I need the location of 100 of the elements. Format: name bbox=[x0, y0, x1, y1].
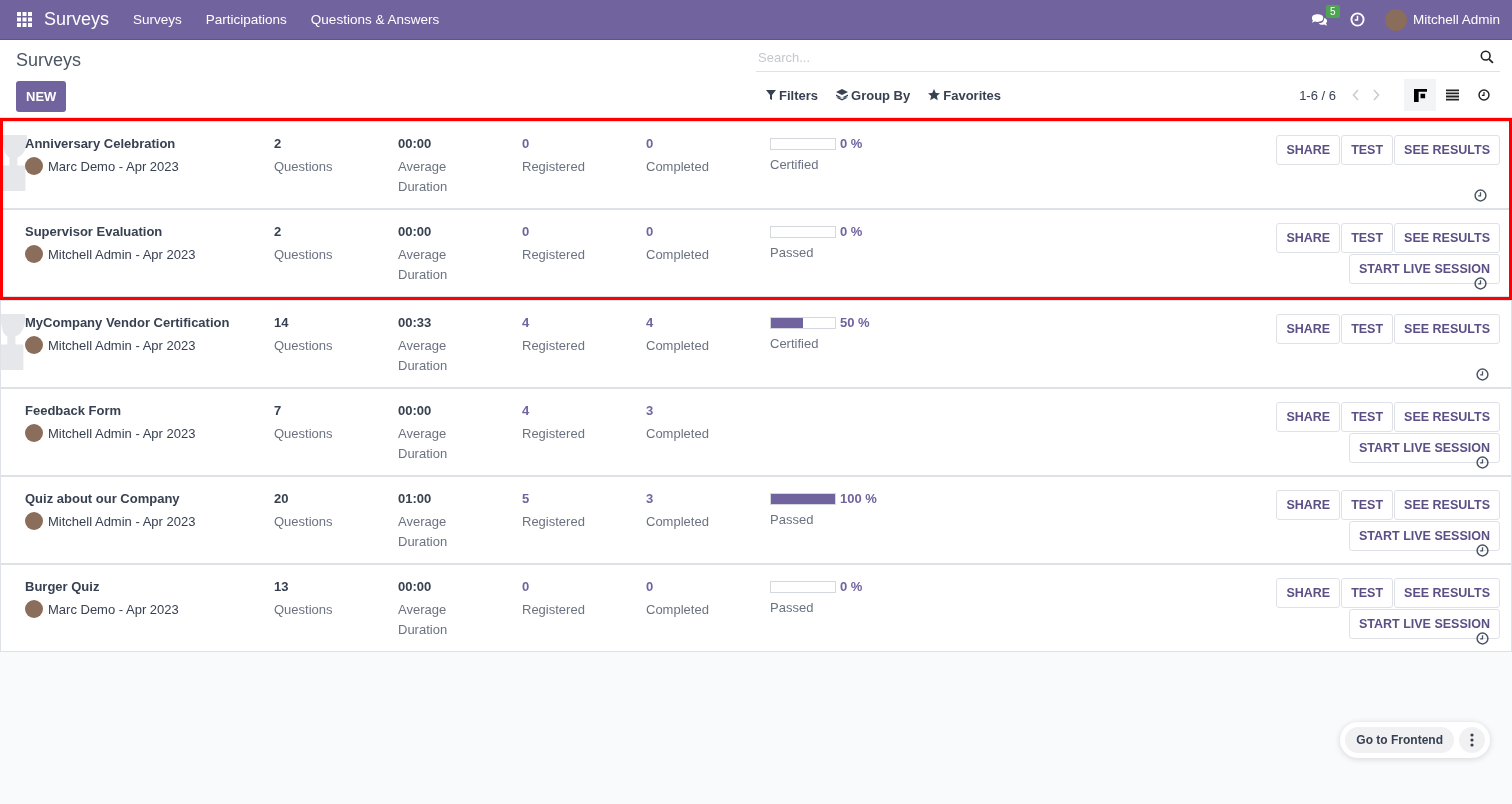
clock-icon bbox=[1478, 89, 1490, 101]
survey-action-button[interactable]: TEST bbox=[1341, 490, 1394, 520]
stat-label: Questions bbox=[274, 337, 334, 355]
stat-label: Duration bbox=[398, 178, 449, 196]
author-avatar bbox=[25, 424, 43, 442]
question-count: 2 bbox=[274, 224, 283, 239]
progress-bar bbox=[770, 316, 836, 329]
survey-action-button[interactable]: SHARE bbox=[1276, 314, 1341, 344]
completed-count[interactable]: 0 bbox=[646, 136, 770, 151]
progress-bar bbox=[770, 492, 836, 505]
vertical-dots-icon bbox=[1470, 733, 1474, 747]
stat-label: Duration bbox=[398, 533, 449, 551]
average-duration: 00:33 bbox=[398, 315, 433, 330]
activity-clock-icon[interactable] bbox=[1474, 189, 1487, 202]
activity-clock-icon[interactable] bbox=[1476, 632, 1489, 645]
completed-count[interactable]: 3 bbox=[646, 491, 770, 506]
progress-percent: 0 % bbox=[840, 579, 863, 594]
stat-label: Registered bbox=[522, 246, 586, 264]
stat-label: Registered bbox=[522, 337, 586, 355]
question-count: 14 bbox=[274, 315, 290, 330]
start-live-session-button[interactable]: START LIVE SESSION bbox=[1348, 521, 1500, 551]
survey-card[interactable]: Burger Quiz Marc Demo - Apr 2023 13 Questions 00:00 Average Duration 0 Registered 0 Completed 0 % Passed SHARE TEST SEE RESULTS START LIVE SESSION bbox=[0, 564, 1512, 652]
completed-count[interactable]: 0 bbox=[646, 224, 770, 239]
stat-label: Questions bbox=[274, 513, 334, 531]
survey-action-button[interactable]: SEE RESULTS bbox=[1394, 402, 1500, 432]
search-field[interactable]: Search... bbox=[756, 49, 1480, 65]
start-live-session-button[interactable]: START LIVE SESSION bbox=[1348, 433, 1500, 463]
user-name[interactable]: Mitchell Admin bbox=[1412, 12, 1500, 27]
survey-action-button[interactable]: SHARE bbox=[1276, 223, 1341, 253]
survey-action-button[interactable]: SHARE bbox=[1276, 490, 1341, 520]
survey-title: MyCompany Vendor Certification bbox=[25, 315, 231, 330]
survey-action-button[interactable]: SHARE bbox=[1276, 135, 1341, 165]
survey-action-button[interactable]: TEST bbox=[1341, 314, 1394, 344]
go-to-frontend-button[interactable]: Go to Frontend bbox=[1345, 727, 1454, 753]
chat-icon[interactable] bbox=[1310, 12, 1328, 27]
author-date: Mitchell Admin - Apr 2023 bbox=[48, 513, 196, 529]
search-icon[interactable] bbox=[1480, 50, 1494, 64]
completed-count[interactable]: 3 bbox=[646, 403, 770, 418]
app-name[interactable]: Surveys bbox=[44, 9, 110, 30]
menu-item[interactable]: Questions & Answers bbox=[310, 12, 440, 27]
registered-count[interactable]: 0 bbox=[522, 579, 646, 594]
survey-action-button[interactable]: TEST bbox=[1341, 223, 1394, 253]
survey-action-button[interactable]: SEE RESULTS bbox=[1394, 490, 1500, 520]
stat-label: Average bbox=[398, 158, 448, 176]
survey-card[interactable]: Quiz about our Company Mitchell Admin - Apr 2023 20 Questions 01:00 Average Duration 5 Registered 3 Completed 100 % Passed SHARE TEST SEE RESULTS START LIVE SESSION bbox=[0, 476, 1512, 564]
survey-card[interactable]: Anniversary Celebration Marc Demo - Apr 2023 2 Questions 00:00 Average Duration 0 Registered 0 Completed 0 % Certified SHARE TEST SEE RESULTS bbox=[3, 121, 1509, 209]
stat-label: Average bbox=[398, 246, 448, 264]
survey-action-button[interactable]: SHARE bbox=[1276, 578, 1341, 608]
average-duration: 01:00 bbox=[398, 491, 433, 506]
author-avatar bbox=[25, 336, 43, 354]
clock-icon[interactable] bbox=[1349, 12, 1365, 27]
stat-label: Registered bbox=[522, 513, 586, 531]
filter-menu-button[interactable]: Filters bbox=[766, 87, 818, 103]
registered-count[interactable]: 5 bbox=[522, 491, 646, 506]
survey-action-button[interactable]: TEST bbox=[1341, 578, 1394, 608]
kanban-view-button[interactable] bbox=[1404, 79, 1436, 111]
trophy-icon bbox=[3, 132, 27, 194]
activity-clock-icon[interactable] bbox=[1476, 456, 1489, 469]
registered-count[interactable]: 4 bbox=[522, 315, 646, 330]
filter-menu-button[interactable]: Group By bbox=[836, 87, 911, 103]
survey-card[interactable]: MyCompany Vendor Certification Mitchell Admin - Apr 2023 14 Questions 00:33 Average Duration 4 Registered 4 Completed 50 % Certified SHARE TEST SEE RESULTS bbox=[0, 300, 1512, 388]
app-grid-icon[interactable] bbox=[17, 12, 32, 27]
more-options-button[interactable] bbox=[1459, 727, 1485, 753]
menu-item[interactable]: Surveys bbox=[133, 12, 182, 27]
completed-count[interactable]: 0 bbox=[646, 579, 770, 594]
scoring-label: Passed bbox=[770, 244, 815, 262]
author-date: Mitchell Admin - Apr 2023 bbox=[48, 246, 196, 262]
menu-item[interactable]: Participations bbox=[205, 12, 287, 27]
survey-action-button[interactable]: SEE RESULTS bbox=[1394, 578, 1500, 608]
stat-label: Questions bbox=[274, 158, 334, 176]
layers-icon bbox=[836, 89, 848, 101]
progress-percent: 0 % bbox=[840, 224, 863, 239]
activity-clock-icon[interactable] bbox=[1476, 368, 1489, 381]
filter-menu-button[interactable]: Favorites bbox=[928, 87, 1002, 103]
registered-count[interactable]: 4 bbox=[522, 403, 646, 418]
survey-action-button[interactable]: TEST bbox=[1341, 402, 1394, 432]
survey-title: Quiz about our Company bbox=[25, 491, 181, 506]
survey-action-button[interactable]: SEE RESULTS bbox=[1394, 135, 1500, 165]
survey-title: Burger Quiz bbox=[25, 579, 101, 594]
stat-label: Completed bbox=[646, 513, 710, 531]
new-button[interactable]: NEW bbox=[16, 81, 67, 112]
completed-count[interactable]: 4 bbox=[646, 315, 770, 330]
start-live-session-button[interactable]: START LIVE SESSION bbox=[1348, 609, 1500, 639]
progress-percent: 50 % bbox=[840, 315, 870, 330]
survey-action-button[interactable]: SEE RESULTS bbox=[1394, 223, 1500, 253]
survey-action-button[interactable]: SHARE bbox=[1276, 402, 1341, 432]
stat-label: Registered bbox=[522, 601, 586, 619]
start-live-session-button[interactable]: START LIVE SESSION bbox=[1348, 254, 1500, 284]
survey-action-button[interactable]: TEST bbox=[1341, 135, 1394, 165]
average-duration: 00:00 bbox=[398, 403, 433, 418]
registered-count[interactable]: 0 bbox=[522, 136, 646, 151]
survey-card[interactable]: Feedback Form Mitchell Admin - Apr 2023 7 Questions 00:00 Average Duration 4 Registered 3 Completed SHARE TEST SEE RESULTS START LIVE SESSION bbox=[0, 388, 1512, 476]
activity-clock-icon[interactable] bbox=[1476, 544, 1489, 557]
survey-card[interactable]: Supervisor Evaluation Mitchell Admin - Apr 2023 2 Questions 00:00 Average Duration 0 Registered 0 Completed 0 % Passed SHARE TEST SEE RESULTS START LIVE SESSION bbox=[3, 209, 1509, 297]
question-count: 20 bbox=[274, 491, 290, 506]
survey-action-button[interactable]: SEE RESULTS bbox=[1394, 314, 1500, 344]
stat-label: Completed bbox=[646, 337, 710, 355]
stat-label: Average bbox=[398, 513, 448, 531]
registered-count[interactable]: 0 bbox=[522, 224, 646, 239]
activity-clock-icon[interactable] bbox=[1474, 277, 1487, 290]
